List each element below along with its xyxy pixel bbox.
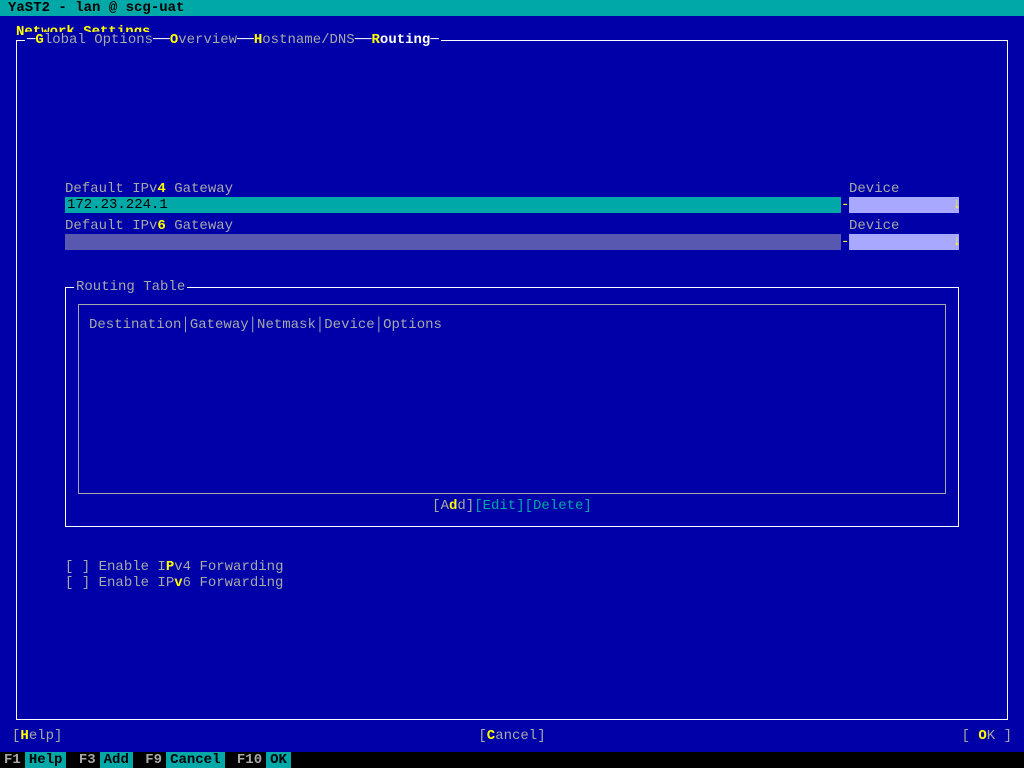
ipv6-device-dropdown[interactable]: -↓ [849,234,959,250]
col-options: Options [383,317,442,333]
ipv6-device-label: Device [849,218,959,234]
cancel-button[interactable]: [Cancel] [478,728,545,744]
tab-hostname-dns[interactable]: Hostname/DNS [254,32,355,48]
edit-button[interactable]: [Edit] [474,498,524,514]
ipv4-gateway-label: Default IPv4 Gateway [65,181,841,197]
tab-global-options[interactable]: Global Options [35,32,153,48]
field-dash: - [841,234,849,250]
ipv4-device-dropdown[interactable]: -↓ [849,197,959,213]
delete-button[interactable]: [Delete] [525,498,592,514]
field-dash: - [841,197,849,213]
title-text: YaST2 - lan @ scg-uat [8,0,184,16]
function-key-bar: F1Help F3Add F9Cancel F10OK [0,752,1024,768]
col-device: Device [324,317,374,333]
routing-table-buttons: [Add][Edit][Delete] [66,498,958,514]
routing-table-frame: Routing Table Destination│Gateway│Netmas… [65,287,959,527]
ipv6-gateway-row: Default IPv6 Gateway Device -↓ [65,218,959,255]
chevron-down-icon: ↓ [953,234,961,250]
tab-overview[interactable]: Overview [170,32,237,48]
tab-separator: ─ [430,32,438,48]
f9-cancel[interactable]: F9Cancel [141,752,224,768]
outer-frame: ─Global Options──Overview──Hostname/DNS─… [16,40,1008,720]
title-bar: YaST2 - lan @ scg-uat [0,0,1024,16]
ipv6-forwarding-checkbox[interactable]: [ ] Enable IPv6 Forwarding [65,575,959,591]
tabs-row: ─Global Options──Overview──Hostname/DNS─… [25,32,441,48]
col-gateway: Gateway [190,317,249,333]
ipv4-device-label: Device [849,181,959,197]
help-button[interactable]: [Help] [12,728,62,744]
ipv4-gateway-row: Default IPv4 Gateway 172.23.224.1 Device… [65,181,959,218]
col-destination: Destination [89,317,181,333]
f1-help[interactable]: F1Help [0,752,66,768]
ok-button[interactable]: [ OK ] [962,728,1012,744]
ipv4-gateway-input[interactable]: 172.23.224.1 [65,197,841,213]
f3-add[interactable]: F3Add [75,752,133,768]
tab-separator: ── [237,32,254,48]
ipv6-gateway-label: Default IPv6 Gateway [65,218,841,234]
chevron-down-icon: ↓ [953,197,961,213]
routing-table-title: Routing Table [74,279,187,295]
tab-routing[interactable]: Routing [372,32,431,48]
ipv6-gateway-input[interactable] [65,234,841,250]
tab-separator: ── [355,32,372,48]
forwarding-checkboxes: [ ] Enable IPv4 Forwarding [ ] Enable IP… [65,559,959,591]
add-button[interactable]: [Add] [432,498,474,514]
bottom-button-row: [Help] [Cancel] [ OK ] [12,728,1012,744]
table-headers: Destination│Gateway│Netmask│Device│Optio… [89,317,935,333]
f10-ok[interactable]: F10OK [233,752,291,768]
ipv4-forwarding-checkbox[interactable]: [ ] Enable IPv4 Forwarding [65,559,959,575]
main-area: Network Settings ─Global Options──Overvi… [0,16,1024,720]
tab-separator: ── [153,32,170,48]
routing-table[interactable]: Destination│Gateway│Netmask│Device│Optio… [78,304,946,494]
content-area: Default IPv4 Gateway 172.23.224.1 Device… [17,41,1007,591]
col-netmask: Netmask [257,317,316,333]
